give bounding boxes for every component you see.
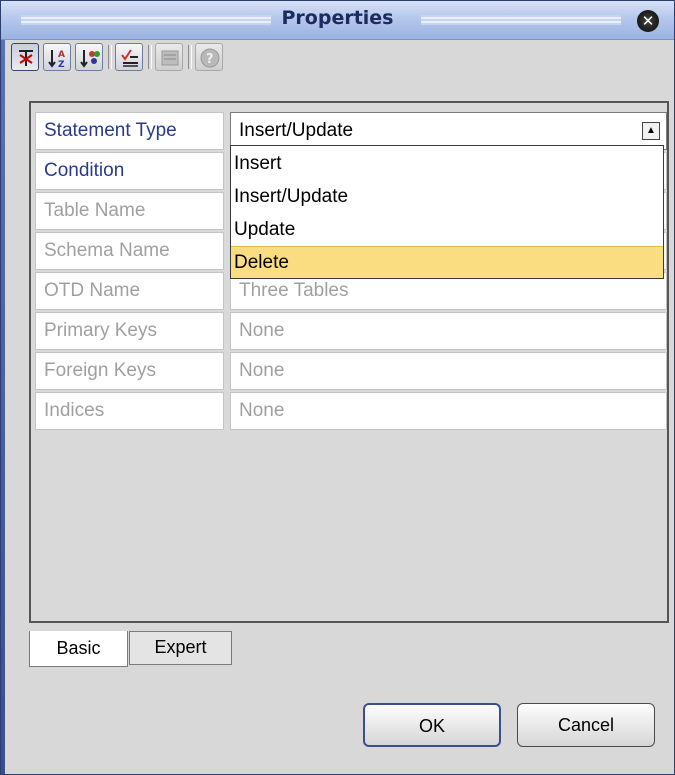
- property-name: Foreign Keys: [35, 352, 224, 390]
- property-name: Primary Keys: [35, 312, 224, 350]
- close-icon[interactable]: ✕: [637, 10, 659, 32]
- dialog-title: Properties: [281, 7, 394, 29]
- property-name: Schema Name: [35, 232, 224, 270]
- toolbar-separator: [148, 45, 152, 69]
- svg-text:?: ?: [206, 52, 214, 67]
- dropdown-option[interactable]: Insert: [231, 148, 663, 180]
- properties-dialog: Properties ✕ A Z ? Statement Type Insert…: [0, 0, 675, 775]
- property-name: Condition: [35, 152, 224, 190]
- window-border: [1, 1, 5, 774]
- sort-alphabetical-icon: A Z: [48, 50, 65, 69]
- help-button[interactable]: ?: [195, 43, 223, 71]
- property-row-primary-keys: Primary Keys None: [35, 312, 667, 350]
- dropdown-option[interactable]: Insert/Update: [231, 181, 663, 213]
- show-editable-icon: [121, 49, 138, 67]
- tab-expert[interactable]: Expert: [129, 631, 232, 665]
- help-icon: ?: [200, 48, 220, 68]
- sort-by-type-button[interactable]: [75, 43, 103, 71]
- toolbar-separator: [188, 45, 192, 69]
- property-value: None: [230, 312, 667, 350]
- property-name: OTD Name: [35, 272, 224, 310]
- property-row-indices: Indices None: [35, 392, 667, 430]
- dropdown-option-highlighted[interactable]: Delete: [231, 246, 663, 278]
- toolbar-separator: [108, 45, 112, 69]
- categorized-view-icon: [19, 50, 33, 66]
- statement-type-dropdown-list: Insert Insert/Update Update Delete: [230, 145, 664, 279]
- svg-text:A: A: [58, 50, 65, 60]
- property-row-foreign-keys: Foreign Keys None: [35, 352, 667, 390]
- ok-button[interactable]: OK: [363, 703, 501, 747]
- svg-text:Z: Z: [58, 60, 65, 69]
- property-name: Statement Type: [35, 112, 224, 150]
- dropdown-option[interactable]: Update: [231, 214, 663, 246]
- combo-value: Insert/Update: [239, 120, 354, 141]
- property-editor-button[interactable]: [155, 43, 183, 71]
- property-value: None: [230, 352, 667, 390]
- title-bar[interactable]: Properties ✕: [1, 1, 674, 40]
- property-name: Indices: [35, 392, 224, 430]
- categorized-view-button[interactable]: [11, 43, 39, 71]
- toolbar: A Z ?: [11, 43, 671, 73]
- property-value: None: [230, 392, 667, 430]
- property-editor-icon: [161, 50, 179, 66]
- cancel-button[interactable]: Cancel: [517, 703, 655, 747]
- chevron-up-icon[interactable]: ▲: [642, 122, 660, 140]
- show-editable-button[interactable]: [115, 43, 143, 71]
- tab-basic[interactable]: Basic: [29, 631, 128, 667]
- sort-by-type-icon: [80, 50, 100, 68]
- sort-alphabetical-button[interactable]: A Z: [43, 43, 71, 71]
- property-name: Table Name: [35, 192, 224, 230]
